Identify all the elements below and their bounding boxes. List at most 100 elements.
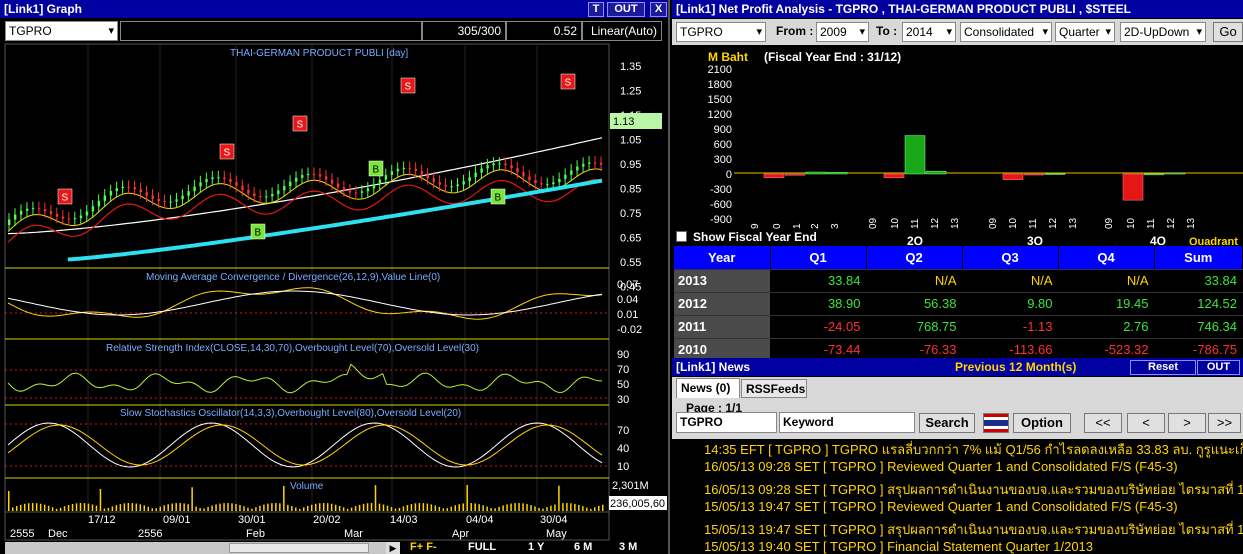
news-out-button[interactable]: OUT [1197, 360, 1240, 375]
mode-select[interactable]: Consolidated [960, 22, 1052, 42]
graph-out-button[interactable]: OUT [607, 2, 645, 17]
zoom-icons[interactable]: F+ F- [410, 541, 460, 554]
volume-bar [287, 504, 289, 511]
tab-news[interactable]: News (0) [676, 378, 740, 398]
news-item[interactable]: 16/05/13 09:28 SET [ TGPRO ] สรุปผลการดำ… [704, 479, 1243, 500]
chart-style-select[interactable]: 2D-UpDown [1120, 22, 1206, 42]
graph-t-button[interactable]: T [588, 2, 604, 17]
y-tick: 300 [714, 154, 732, 166]
candle-body [211, 177, 214, 180]
from-year-select[interactable]: 2009 [816, 22, 869, 42]
volume-bar [119, 504, 122, 511]
news-symbol-input[interactable]: TGPRO [676, 412, 777, 433]
volume-bar [55, 508, 58, 511]
language-flag-icon[interactable] [983, 413, 1009, 433]
go-button[interactable]: Go [1213, 22, 1243, 42]
candle-body [139, 189, 142, 193]
profit-bar [1023, 173, 1045, 176]
period-select[interactable]: Quarter [1055, 22, 1115, 42]
graph-close-button[interactable]: X [650, 2, 667, 17]
y-tick: 0 [726, 169, 732, 181]
news-item[interactable]: 16/05/13 09:28 SET [ TGPRO ] Reviewed Qu… [704, 459, 1178, 474]
volume-max-label: 2,301M [612, 480, 649, 492]
option-button[interactable]: Option [1013, 413, 1071, 433]
y-tick: -600 [710, 199, 732, 211]
scroll-thumb[interactable] [229, 543, 369, 553]
sell-signal-label: S [224, 148, 231, 159]
value-cell: N/A [866, 269, 963, 293]
volume-bar [462, 503, 464, 511]
candle-body [372, 184, 376, 189]
reset-button[interactable]: Reset [1130, 360, 1196, 375]
value-cell: 2.76 [1058, 315, 1155, 339]
period-button-full[interactable]: FULL [468, 541, 506, 554]
volume-bar [430, 504, 433, 511]
volume-bar [322, 503, 325, 511]
volume-bar [546, 507, 548, 511]
volume-bar [243, 506, 245, 511]
volume-bar [295, 507, 297, 511]
value-cell: -76.33 [866, 338, 963, 358]
y-tick: -900 [710, 214, 732, 226]
volume-bar [490, 508, 492, 511]
volume-bar [71, 503, 74, 511]
volume-bar [187, 504, 189, 511]
graph-symbol-select[interactable]: TGPRO [5, 21, 118, 41]
scroll-right-arrow[interactable]: ▶ [386, 542, 400, 554]
candle-body [37, 208, 41, 210]
candle-body [91, 206, 95, 212]
unit-label: M Baht [708, 50, 748, 64]
keyword-input[interactable]: Keyword [779, 412, 915, 433]
sell-signal-label: S [297, 120, 304, 131]
news-item[interactable]: 15/05/13 19:40 SET [ TGPRO ] Financial S… [704, 539, 1093, 554]
news-item[interactable]: 14:35 EFT [ TGPRO ] TGPRO แรลลี่บวกกว่า … [704, 439, 1243, 460]
previous-period-label: Previous 12 Month(s) [955, 360, 1077, 374]
x-year-label: 12 [1166, 217, 1177, 229]
to-year-select[interactable]: 2014 [902, 22, 956, 42]
value-cell: 33.84 [1154, 269, 1243, 293]
nav-last-button[interactable]: >> [1208, 413, 1241, 433]
profit-bar [1164, 172, 1186, 175]
date-label: 14/03 [390, 514, 418, 526]
show-fye-checkbox[interactable] [676, 231, 687, 242]
stoch-title: Slow Stochastics Oscillator(14,3,3),Over… [120, 408, 461, 419]
search-button[interactable]: Search [919, 413, 975, 433]
candle-body [462, 181, 465, 185]
period-button-6m[interactable]: 6 M [574, 541, 604, 554]
candle-body [25, 208, 29, 211]
volume-bar [318, 503, 321, 511]
candle-body [55, 213, 59, 217]
volume-bar [398, 507, 401, 511]
volume-bar [338, 505, 341, 511]
volume-bar [598, 505, 600, 511]
date-label: 04/04 [466, 514, 494, 526]
profit-bar [784, 173, 806, 176]
volume-bar [354, 506, 357, 511]
candle-body [115, 188, 119, 192]
graph-scale-mode[interactable]: Linear(Auto) [582, 21, 662, 41]
tab-rssfeeds[interactable]: RSSFeeds [741, 379, 807, 398]
news-item[interactable]: 15/05/13 19:47 SET [ TGPRO ] สรุปผลการดำ… [704, 519, 1243, 540]
volume-bar [358, 504, 361, 511]
graph-scrollbar[interactable]: ▶ [5, 542, 400, 554]
period-button-1y[interactable]: 1 Y [528, 541, 558, 554]
volume-bar [422, 503, 425, 511]
candle-body [336, 183, 340, 188]
volume-bar [330, 503, 333, 511]
netprofit-titlebar: [Link1] Net Profit Analysis - TGPRO , TH… [672, 0, 1243, 18]
stoch-tick: 40 [617, 443, 629, 455]
news-item[interactable]: 15/05/13 19:47 SET [ TGPRO ] Reviewed Qu… [704, 499, 1178, 514]
volume-bar [334, 504, 337, 511]
price-tick: 0.55 [620, 257, 641, 269]
volume-bar [478, 504, 480, 511]
profit-bar [1002, 173, 1024, 180]
netprofit-symbol-select[interactable]: TGPRO [676, 22, 766, 42]
candle-body [73, 218, 77, 220]
nav-prev-button[interactable]: < [1127, 413, 1165, 433]
period-button-3m[interactable]: 3 M [619, 541, 649, 554]
profit-bar [1044, 173, 1066, 175]
volume-bar [438, 506, 441, 511]
nav-first-button[interactable]: << [1084, 413, 1122, 433]
nav-next-button[interactable]: > [1168, 413, 1206, 433]
volume-bar [8, 491, 10, 511]
